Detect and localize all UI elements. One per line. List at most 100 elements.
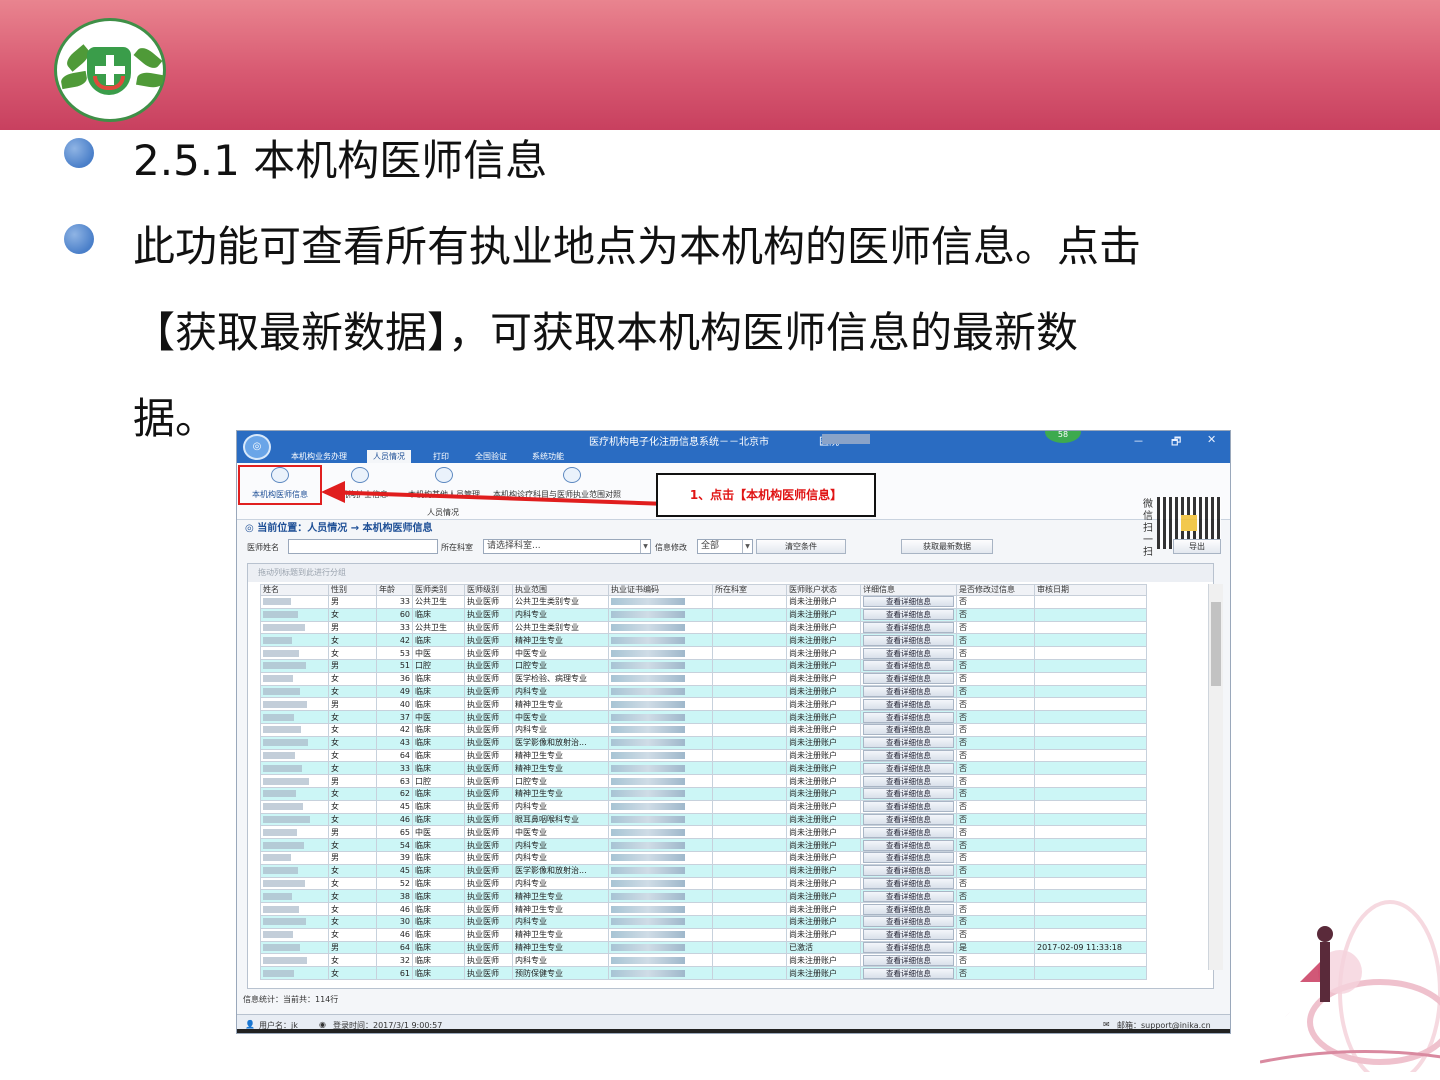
table-row[interactable]: 女 64 临床 执业医师 精神卫生专业 尚未注册账户 查看详细信息否 — [260, 748, 1147, 763]
redacted-certificate — [611, 777, 685, 785]
vertical-scrollbar[interactable] — [1208, 584, 1223, 970]
view-detail-button[interactable]: 查看详细信息 — [863, 929, 954, 941]
view-detail-button[interactable]: 查看详细信息 — [863, 878, 954, 889]
department-select[interactable]: 请选择科室... ▼ — [483, 539, 651, 554]
practice-scope-cell: 中医专业 — [512, 646, 609, 660]
table-row[interactable]: 女 49 临床 执业医师 内科专业 尚未注册账户 查看详细信息否 — [260, 684, 1147, 699]
view-detail-button[interactable]: 查看详细信息 — [863, 711, 954, 723]
view-detail-button[interactable]: 查看详细信息 — [863, 967, 954, 979]
column-header[interactable]: 详细信息 — [860, 584, 957, 596]
column-header[interactable]: 所在科室 — [712, 584, 787, 596]
table-row[interactable]: 女 53 中医 执业医师 中医专业 尚未注册账户 查看详细信息否 — [260, 646, 1147, 660]
view-detail-button[interactable]: 查看详细信息 — [863, 852, 954, 864]
ribbon-department-map-button[interactable]: 本机构诊疗科目与医师执业范围对照 — [493, 467, 653, 500]
doctor-name-input[interactable] — [288, 539, 438, 554]
table-row[interactable]: 男 51 口腔 执业医师 口腔专业 尚未注册账户 查看详细信息否 — [260, 658, 1147, 673]
view-detail-button[interactable]: 查看详细信息 — [863, 865, 954, 877]
view-detail-button[interactable]: 查看详细信息 — [863, 942, 954, 953]
view-detail-button[interactable]: 查看详细信息 — [863, 814, 954, 825]
menu-tab-national-verify[interactable]: 全国验证 — [469, 450, 513, 463]
view-detail-button[interactable]: 查看详细信息 — [863, 916, 954, 928]
view-detail-button[interactable]: 查看详细信息 — [863, 775, 954, 787]
view-detail-button[interactable]: 查看详细信息 — [863, 750, 954, 761]
restore-button[interactable]: 🗗 — [1171, 433, 1181, 452]
column-header[interactable]: 审核日期 — [1034, 584, 1147, 596]
view-detail-button[interactable]: 查看详细信息 — [863, 622, 954, 633]
scrollbar-thumb[interactable] — [1211, 602, 1221, 686]
view-detail-button[interactable]: 查看详细信息 — [863, 737, 954, 749]
view-detail-button[interactable]: 查看详细信息 — [863, 890, 954, 902]
column-header[interactable]: 医师级别 — [464, 584, 513, 596]
view-detail-button[interactable]: 查看详细信息 — [863, 826, 954, 838]
view-detail-button[interactable]: 查看详细信息 — [863, 673, 954, 685]
table-row[interactable]: 女 42 临床 执业医师 精神卫生专业 尚未注册账户 查看详细信息否 — [260, 633, 1147, 648]
table-row[interactable]: 男 33 公共卫生 执业医师 公共卫生类别专业 尚未注册账户 查看详细信息否 — [260, 620, 1147, 635]
view-detail-button[interactable]: 查看详细信息 — [863, 762, 954, 774]
doctor-level-cell: 执业医师 — [464, 953, 513, 968]
table-row[interactable]: 女 36 临床 执业医师 医学检验、病理专业 尚未注册账户 查看详细信息否 — [260, 671, 1147, 686]
table-row[interactable]: 男 63 口腔 执业医师 口腔专业 尚未注册账户 查看详细信息否 — [260, 774, 1147, 788]
table-row[interactable]: 女 60 临床 执业医师 内科专业 尚未注册账户 查看详细信息否 — [260, 607, 1147, 622]
column-header[interactable]: 姓名 — [260, 584, 329, 596]
clear-conditions-button[interactable]: 清空条件 — [756, 539, 846, 554]
menu-tab-personnel[interactable]: 人员情况 — [367, 450, 411, 463]
fetch-latest-data-button[interactable]: 获取最新数据 — [901, 539, 993, 554]
table-row[interactable]: 男 64 临床 执业医师 精神卫生专业 已激活 查看详细信息是 2017-02-09 11:3… — [260, 940, 1147, 955]
close-button[interactable]: ✕ — [1207, 433, 1216, 446]
table-row[interactable]: 女 45 临床 执业医师 内科专业 尚未注册账户 查看详细信息否 — [260, 799, 1147, 814]
table-row[interactable]: 女 42 临床 执业医师 内科专业 尚未注册账户 查看详细信息否 — [260, 722, 1147, 737]
minimize-button[interactable]: － — [1133, 433, 1144, 449]
info-modified-cell: 否 — [956, 658, 1035, 673]
chevron-down-icon[interactable]: ▼ — [742, 540, 752, 553]
table-row[interactable]: 女 38 临床 执业医师 精神卫生专业 尚未注册账户 查看详细信息否 — [260, 889, 1147, 904]
view-detail-button[interactable]: 查看详细信息 — [863, 609, 954, 621]
menu-tab-print[interactable]: 打印 — [427, 450, 455, 463]
view-detail-button[interactable]: 查看详细信息 — [863, 801, 954, 813]
table-row[interactable]: 女 46 临床 执业医师 精神卫生专业 尚未注册账户 查看详细信息否 — [260, 927, 1147, 942]
view-detail-button[interactable]: 查看详细信息 — [863, 903, 954, 915]
table-row[interactable]: 女 30 临床 执业医师 内科专业 尚未注册账户 查看详细信息否 — [260, 914, 1147, 929]
view-detail-button[interactable]: 查看详细信息 — [863, 698, 954, 710]
view-detail-button[interactable]: 查看详细信息 — [863, 724, 954, 736]
view-detail-button[interactable]: 查看详细信息 — [863, 788, 954, 800]
column-header[interactable]: 性别 — [328, 584, 377, 596]
table-row[interactable]: 女 33 临床 执业医师 精神卫生专业 尚未注册账户 查看详细信息否 — [260, 761, 1147, 776]
table-row[interactable]: 女 45 临床 执业医师 医学影像和放射治... 尚未注册账户 查看详细信息否 — [260, 863, 1147, 878]
view-detail-button[interactable]: 查看详细信息 — [863, 660, 954, 672]
table-row[interactable]: 女 46 临床 执业医师 眼耳鼻咽喉科专业 尚未注册账户 查看详细信息否 — [260, 812, 1147, 827]
detail-cell: 查看详细信息 — [860, 697, 957, 712]
column-header[interactable]: 执业范围 — [512, 584, 609, 596]
table-row[interactable]: 女 54 临床 执业医师 内科专业 尚未注册账户 查看详细信息否 — [260, 838, 1147, 852]
view-detail-button[interactable]: 查看详细信息 — [863, 647, 954, 659]
table-row[interactable]: 女 52 临床 执业医师 内科专业 尚未注册账户 查看详细信息否 — [260, 876, 1147, 891]
info-modified-select[interactable]: 全部 ▼ — [697, 539, 753, 554]
table-row[interactable]: 男 40 临床 执业医师 精神卫生专业 尚未注册账户 查看详细信息否 — [260, 697, 1147, 712]
redacted-name — [263, 841, 304, 849]
table-row[interactable]: 女 32 临床 执业医师 内科专业 尚未注册账户 查看详细信息否 — [260, 953, 1147, 968]
table-row[interactable]: 男 33 公共卫生 执业医师 公共卫生类别专业 尚未注册账户 查看详细信息否 — [260, 595, 1147, 609]
column-header[interactable]: 是否修改过信息 — [956, 584, 1035, 596]
view-detail-button[interactable]: 查看详细信息 — [863, 634, 954, 646]
redacted-name — [263, 687, 300, 695]
view-detail-button[interactable]: 查看详细信息 — [863, 686, 954, 697]
export-button[interactable]: 导出 — [1173, 539, 1221, 554]
table-row[interactable]: 男 65 中医 执业医师 中医专业 尚未注册账户 查看详细信息否 — [260, 825, 1147, 840]
table-row[interactable]: 女 43 临床 执业医师 医学影像和放射治... 尚未注册账户 查看详细信息否 — [260, 735, 1147, 750]
column-header[interactable]: 年龄 — [376, 584, 413, 596]
chevron-down-icon[interactable]: ▼ — [640, 540, 650, 553]
menu-tab-business[interactable]: 本机构业务办理 — [285, 450, 353, 463]
column-header[interactable]: 医师账户状态 — [786, 584, 861, 596]
menu-tab-system[interactable]: 系统功能 — [526, 450, 570, 463]
group-by-area[interactable]: 拖动列标题到此进行分组 — [248, 564, 1213, 582]
table-row[interactable]: 男 39 临床 执业医师 内科专业 尚未注册账户 查看详细信息否 — [260, 850, 1147, 865]
view-detail-button[interactable]: 查看详细信息 — [863, 839, 954, 851]
notification-badge[interactable]: 58 — [1045, 431, 1081, 443]
column-header[interactable]: 医师类别 — [412, 584, 465, 596]
column-header[interactable]: 执业证书编码 — [608, 584, 713, 596]
table-row[interactable]: 女 61 临床 执业医师 预防保健专业 尚未注册账户 查看详细信息否 — [260, 966, 1147, 980]
view-detail-button[interactable]: 查看详细信息 — [863, 954, 954, 966]
table-row[interactable]: 女 37 中医 执业医师 中医专业 尚未注册账户 查看详细信息否 — [260, 710, 1147, 724]
view-detail-button[interactable]: 查看详细信息 — [863, 596, 954, 608]
table-row[interactable]: 女 46 临床 执业医师 精神卫生专业 尚未注册账户 查看详细信息否 — [260, 902, 1147, 916]
table-row[interactable]: 女 62 临床 执业医师 精神卫生专业 尚未注册账户 查看详细信息否 — [260, 786, 1147, 801]
